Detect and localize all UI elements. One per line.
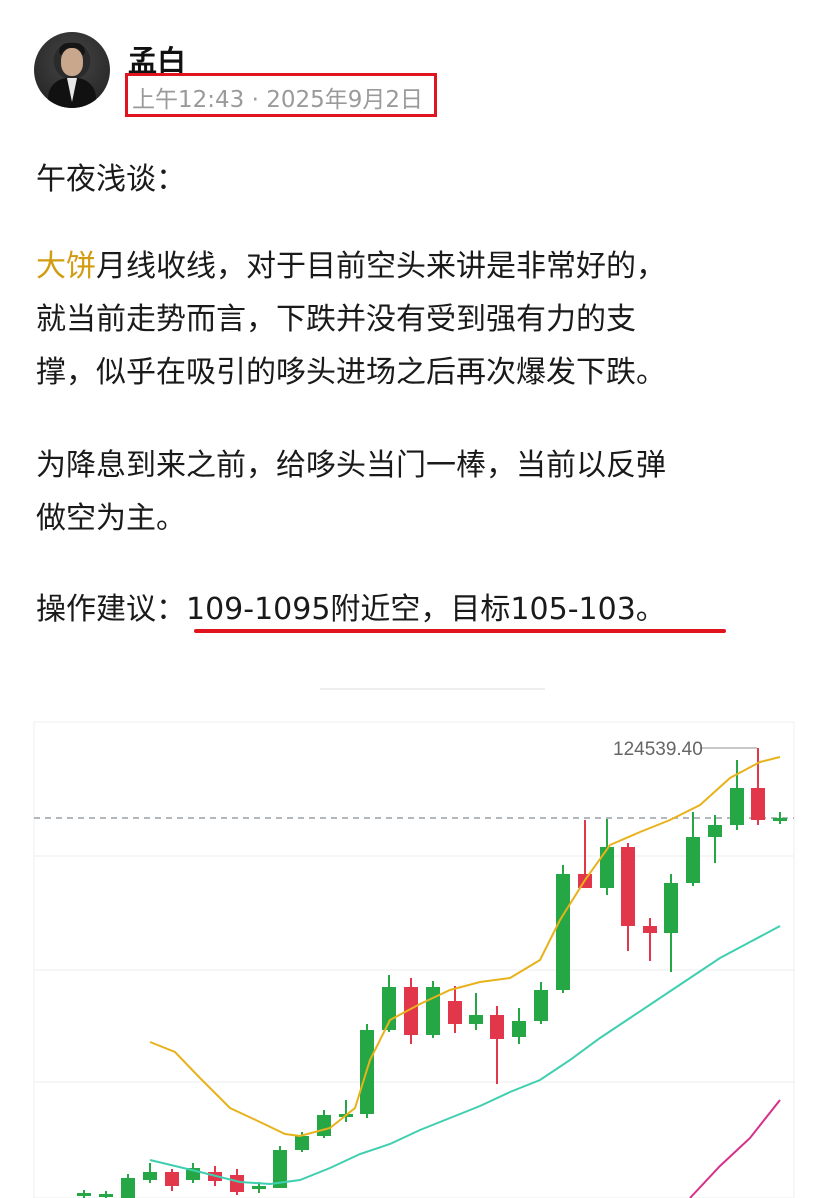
candle-up — [469, 1015, 483, 1024]
candle-down — [490, 1015, 504, 1039]
candle-up — [252, 1186, 266, 1189]
post-line-5: 为降息到来之前，给哆头当门一棒，当前以反弹 — [36, 448, 666, 483]
candle-down — [621, 847, 635, 926]
avatar[interactable] — [34, 32, 110, 108]
candle-up — [426, 987, 440, 1035]
chart-frame — [33, 721, 795, 1198]
candle-up — [77, 1193, 91, 1196]
candle-down — [448, 1001, 462, 1024]
candle-up — [534, 990, 548, 1021]
candle-up — [708, 825, 722, 837]
candle-down — [230, 1175, 244, 1192]
candle-up — [600, 847, 614, 888]
post-date: 2025年9月2日 — [266, 87, 424, 113]
post-line-2-text: 月线收线，对于目前空头来讲是非常好的， — [96, 249, 666, 284]
candle-up — [556, 874, 570, 990]
high-price-label: 124539.40 — [613, 739, 703, 760]
candle-up — [686, 837, 700, 883]
candle-up — [664, 883, 678, 933]
post-line-6: 做空为主。 — [36, 501, 186, 536]
suggestion-underline — [194, 629, 726, 633]
candle-up — [730, 788, 744, 825]
post-line-4: 撑，似乎在吸引的哆头进场之后再次爆发下跌。 — [36, 355, 666, 390]
candle-up — [773, 818, 787, 821]
candle-down — [643, 926, 657, 933]
post-line-3: 就当前走势而言，下跌并没有受到强有力的支 — [36, 302, 636, 337]
post-line-1: 午夜浅谈： — [36, 162, 186, 197]
candlestick-chart-svg: 124539.40 — [33, 688, 795, 1198]
candle-up — [295, 1136, 309, 1150]
candle-up — [99, 1194, 113, 1197]
time-separator: · — [244, 87, 267, 113]
candle-up — [317, 1115, 331, 1136]
candle-up — [512, 1021, 526, 1037]
candle-up — [143, 1172, 157, 1180]
candle-down — [165, 1172, 179, 1186]
post-line-2: 大饼月线收线，对于目前空头来讲是非常好的， — [36, 241, 666, 293]
candle-up — [121, 1178, 135, 1198]
timestamp: 上午12:43 · 2025年9月2日 — [132, 80, 423, 114]
price-chart[interactable]: 124539.40 — [0, 660, 828, 1198]
highlight-word: 大饼 — [36, 249, 96, 284]
post-time: 上午12:43 — [132, 87, 245, 113]
candle-down — [751, 788, 765, 820]
